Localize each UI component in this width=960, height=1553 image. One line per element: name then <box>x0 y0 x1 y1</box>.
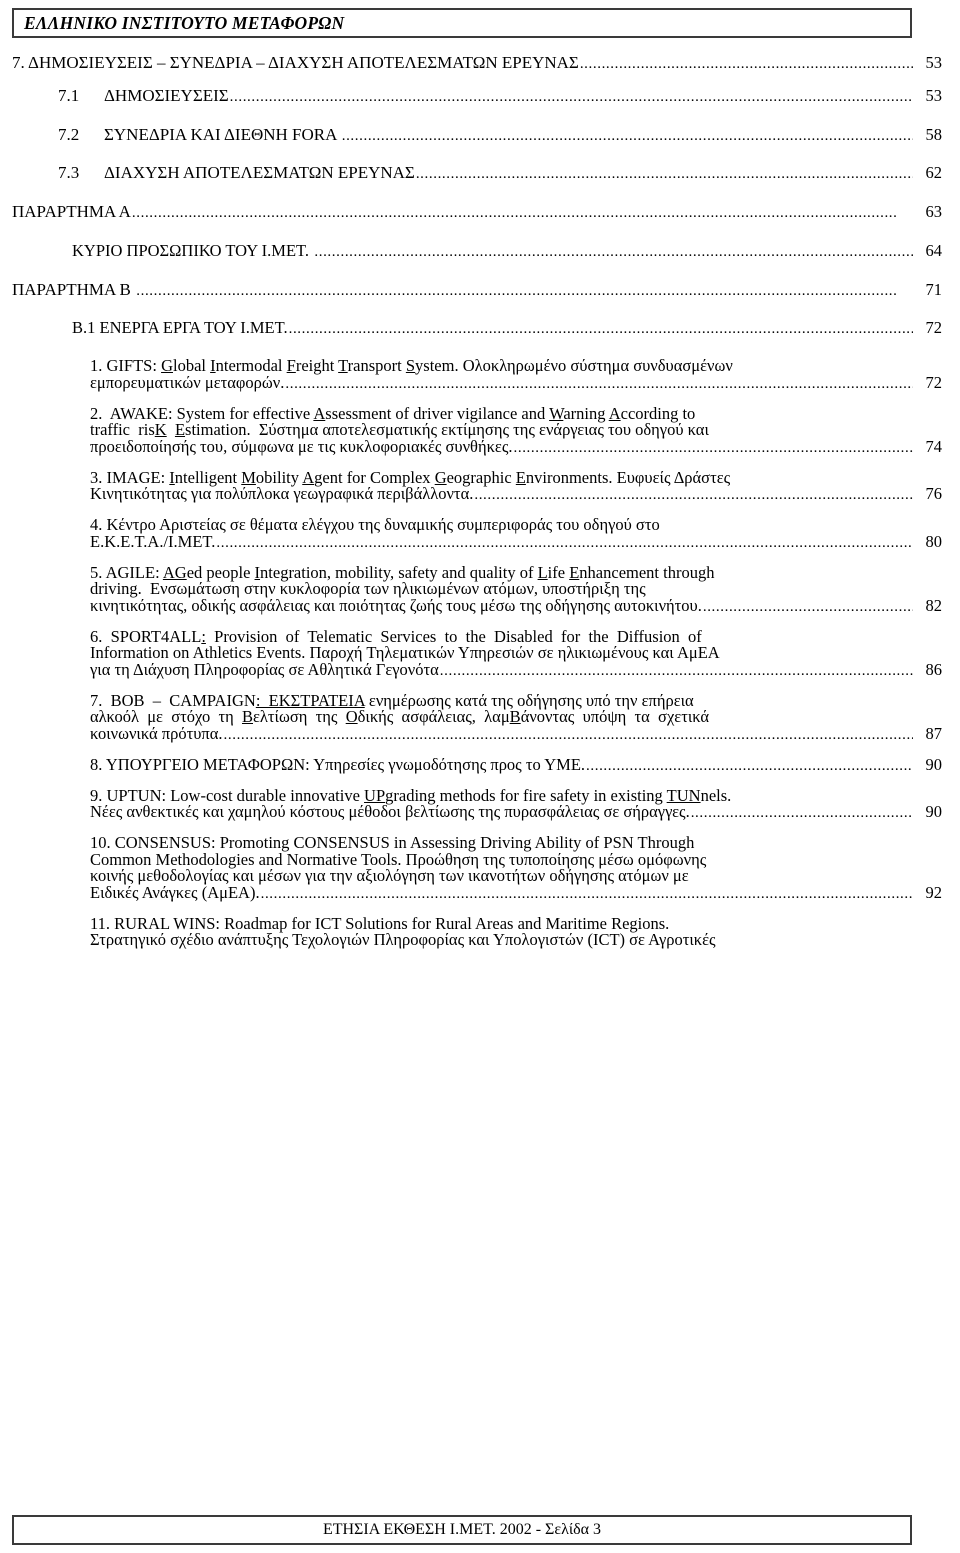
toc-entry-annex-b-1[interactable]: Β.1 ΕΝΕΡΓΑ ΕΡΓΑ ΤΟΥ Ι.ΜΕΤ. .............… <box>0 319 960 338</box>
toc-number: 7.2 <box>58 124 80 144</box>
leader-dots: ........................................… <box>260 886 913 902</box>
toc-number: 7.3 <box>58 163 80 183</box>
toc-page-number: 53 <box>925 85 943 105</box>
toc-page-number: 72 <box>925 372 943 392</box>
leader-dots: ........................................… <box>288 322 913 338</box>
toc-entry-project-2-awake[interactable]: 2. AWAKE: System for effective Assessmen… <box>0 405 960 456</box>
project-description-last: Ειδικές Ανάγκες (ΑμΕΑ). <box>90 882 260 902</box>
toc-page-number: 80 <box>925 531 943 551</box>
toc-entry-project-1-gifts[interactable]: 1. GIFTS: Global Intermodal Freight Tran… <box>0 356 960 392</box>
toc-entry-project-5-agile[interactable]: 5. AGILE: AGed people Integration, mobil… <box>0 564 960 615</box>
toc-label: Β.1 ΕΝΕΡΓΑ ΕΡΓΑ ΤΟΥ Ι.ΜΕΤ. <box>72 318 288 338</box>
toc-entry-project-11-rural-wins[interactable]: 11. RURAL WINS: Roadmap for ICT Solution… <box>0 915 960 949</box>
toc-entry-project-7-bob-campaign[interactable]: 7. BOB – CAMPAIGN: ΕΚΣΤΡΑΤΕΙΑ ενημέρωσης… <box>0 692 960 743</box>
toc-label: ΔΙΑΧΥΣΗ ΑΠΟΤΕΛΕΣΜΑΤΩΝ ΕΡΕΥΝΑΣ <box>104 163 415 183</box>
page-footer-title: ΕΤΗΣΙΑ ΕΚΘΕΣΗ Ι.ΜΕΤ. 2002 - Σελίδα 3 <box>322 1521 602 1538</box>
toc-page-number: 92 <box>925 882 943 902</box>
leader-dots: ........................................… <box>579 57 913 72</box>
toc-page-number: 76 <box>925 484 943 503</box>
project-title-line: 8. ΥΠΟΥΡΓΕΙΟ ΜΕΤΑΦΟΡΩΝ: Υπηρεσίες γνωμοδ… <box>90 754 586 774</box>
leader-dots: ........................................… <box>131 206 898 221</box>
toc-page-number: 86 <box>925 659 943 679</box>
leader-dots: ........................................… <box>314 244 913 260</box>
table-of-contents: 7. ΔΗΜΟΣΙΕΥΣΕΙΣ – ΣΥΝΕΔΡΙΑ – ΔΙΑΧΥΣΗ ΑΠΟ… <box>0 48 960 949</box>
project-description-last: κοινωνικά πρότυπα. <box>90 723 223 743</box>
toc-entry-project-9-uptun[interactable]: 9. UPTUN: Low-cost durable innovative UP… <box>0 787 960 822</box>
toc-page-number: 53 <box>925 53 943 72</box>
toc-label: 7. ΔΗΜΟΣΙΕΥΣΕΙΣ – ΣΥΝΕΔΡΙΑ – ΔΙΑΧΥΣΗ ΑΠΟ… <box>12 53 579 72</box>
leader-dots: ........................................… <box>474 488 913 503</box>
leader-dots: ........................................… <box>513 440 914 456</box>
toc-page-number: 64 <box>925 240 943 260</box>
toc-label: ΔΗΜΟΣΙΕΥΣΕΙΣ <box>104 85 229 105</box>
leader-dots: ........................................… <box>439 663 913 679</box>
toc-entry-section-7-1[interactable]: 7.1 ΔΗΜΟΣΙΕΥΣΕΙΣ ........................… <box>0 85 960 106</box>
project-description-last: εμπορευματικών μεταφορών. <box>90 372 285 392</box>
toc-entry-annex-a[interactable]: ΠΑΡΑΡΤΗΜΑ Α ............................… <box>0 203 960 222</box>
project-description-line: Στρατηγικό σχέδιο ανάπτυξης Τεχολογιών Π… <box>90 930 716 949</box>
project-description-last: Κινητικότητας για πολύπλοκα γεωγραφικά π… <box>90 484 474 503</box>
toc-entry-project-10-consensus[interactable]: 10. CONSENSUS: Promoting CONSENSUS in As… <box>0 834 960 902</box>
leader-dots: ........................................… <box>216 535 913 551</box>
toc-page-number: 87 <box>925 723 943 743</box>
project-description-last: προειδοποίησής του, σύμφωνα με τις κυκλο… <box>90 436 513 456</box>
toc-page-number: 58 <box>925 124 943 144</box>
toc-entry-section-7-3[interactable]: 7.3 ΔΙΑΧΥΣΗ ΑΠΟΤΕΛΕΣΜΑΤΩΝ ΕΡΕΥΝΑΣ .......… <box>0 164 960 183</box>
toc-page-number: 74 <box>925 436 943 456</box>
project-description-last: κινητικότητας, οδικής ασφάλειας και ποιό… <box>90 595 702 615</box>
toc-entry-project-3-image[interactable]: 3. IMAGE: Intelligent Mobility Agent for… <box>0 467 960 504</box>
project-description-last: για τη Διάχυση Πληροφορίας σε Αθλητικά Γ… <box>90 659 439 679</box>
document-page: ΕΛΛΗΝΙΚΟ ΙΝΣΤΙΤΟΥΤΟ ΜΕΤΑΦΟΡΩΝ 7. ΔΗΜΟΣΙΕ… <box>0 0 960 1553</box>
toc-page-number: 82 <box>925 595 943 615</box>
leader-dots: ........................................… <box>223 727 913 743</box>
project-description-first: Ευφυείς Δράστες <box>616 467 731 487</box>
toc-entry-annex-b[interactable]: ΠΑΡΑΡΤΗΜΑ Β ............................… <box>0 279 960 300</box>
toc-page-number: 71 <box>925 279 943 299</box>
toc-entry-project-6-sport4all[interactable]: 6. SPORT4ALL: Provision of Telematic Ser… <box>0 628 960 679</box>
toc-page-number: 72 <box>925 318 943 338</box>
project-description-first: Ολοκληρωμένο σύστημα συνδυασμένων <box>462 356 733 375</box>
toc-entry-annex-a-staff[interactable]: ΚΥΡΙΟ ΠΡΟΣΩΠΙΚΟ ΤΟΥ Ι.ΜΕΤ. .............… <box>0 240 960 261</box>
leader-dots: ........................................… <box>341 128 913 144</box>
toc-number: 7.1 <box>58 85 80 105</box>
toc-entry-project-4-kentro-aristeias[interactable]: 4. Κέντρο Αριστείας σε θέματα ελέγχου τη… <box>0 515 960 551</box>
toc-page-number: 62 <box>925 163 943 183</box>
page-header-title: ΕΛΛΗΝΙΚΟ ΙΝΣΤΙΤΟΥΤΟ ΜΕΤΑΦΟΡΩΝ <box>24 12 345 33</box>
project-title-line: 4. Κέντρο Αριστείας σε θέματα ελέγχου τη… <box>90 515 660 534</box>
toc-label: ΠΑΡΑΡΤΗΜΑ Α <box>12 202 131 221</box>
project-description-last: Ε.Κ.Ε.Τ.Α./Ι.ΜΕΤ. <box>90 531 216 551</box>
toc-entry-section-7[interactable]: 7. ΔΗΜΟΣΙΕΥΣΕΙΣ – ΣΥΝΕΔΡΙΑ – ΔΙΑΧΥΣΗ ΑΠΟ… <box>0 54 960 73</box>
leader-dots: ........................................… <box>131 283 898 299</box>
toc-entry-section-7-2[interactable]: 7.2 ΣΥΝΕΔΡΙΑ ΚΑΙ ΔΙΕΘΝΗ FORA ............… <box>0 124 960 145</box>
leader-dots: ........................................… <box>690 806 913 821</box>
leader-dots: ........................................… <box>229 89 913 105</box>
leader-dots: ........................................… <box>702 599 913 615</box>
toc-page-number: 90 <box>925 754 943 774</box>
toc-label: ΚΥΡΙΟ ΠΡΟΣΩΠΙΚΟ ΤΟΥ Ι.ΜΕΤ. <box>72 240 310 260</box>
toc-page-number: 63 <box>925 202 943 221</box>
page-footer-box: ΕΤΗΣΙΑ ΕΚΘΕΣΗ Ι.ΜΕΤ. 2002 - Σελίδα 3 <box>12 1515 912 1545</box>
toc-entry-project-8-ypourgeio[interactable]: 8. ΥΠΟΥΡΓΕΙΟ ΜΕΤΑΦΟΡΩΝ: Υπηρεσίες γνωμοδ… <box>0 754 960 774</box>
leader-dots: ........................................… <box>415 167 913 183</box>
leader-dots: ........................................… <box>586 758 913 774</box>
toc-page-number: 90 <box>925 802 943 821</box>
project-description-last: Νέες ανθεκτικές και χαμηλού κόστους μέθο… <box>90 802 690 821</box>
toc-label: ΣΥΝΕΔΡΙΑ ΚΑΙ ΔΙΕΘΝΗ FORA <box>104 124 337 144</box>
leader-dots: ........................................… <box>285 376 913 392</box>
toc-label: ΠΑΡΑΡΤΗΜΑ Β <box>12 279 131 299</box>
page-header-box: ΕΛΛΗΝΙΚΟ ΙΝΣΤΙΤΟΥΤΟ ΜΕΤΑΦΟΡΩΝ <box>12 8 912 38</box>
